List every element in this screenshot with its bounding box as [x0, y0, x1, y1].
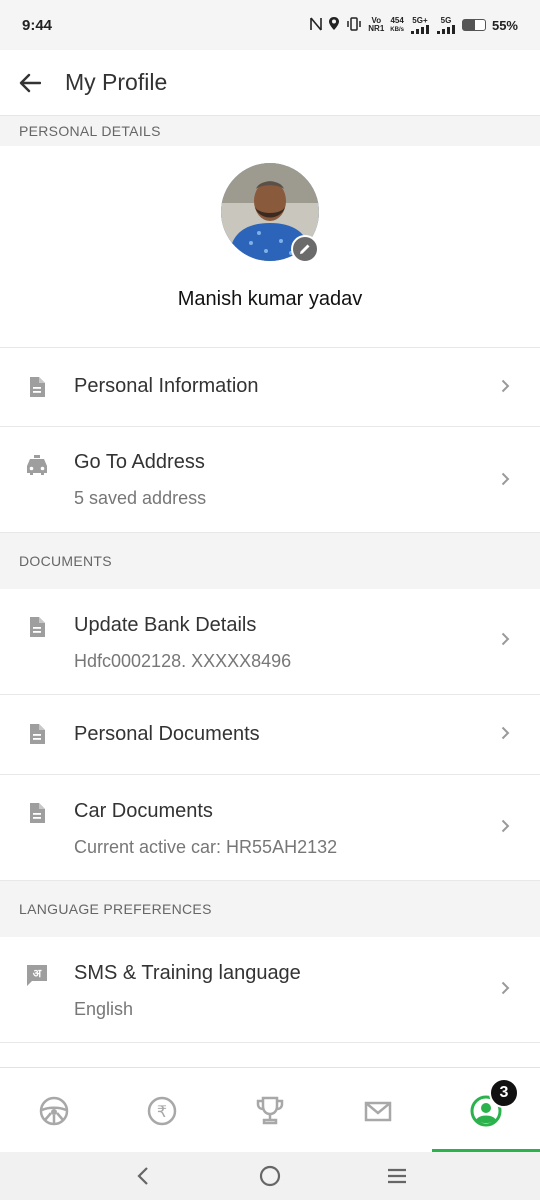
nav-earnings[interactable]: ₹	[108, 1068, 216, 1153]
sim2-label: 5G	[440, 15, 452, 25]
document-icon	[24, 614, 50, 640]
row-title: Personal Documents	[74, 723, 260, 745]
document-icon	[24, 721, 50, 747]
status-bar: 9:44 Vo NR1 454 KB/s 5G+ 5G 55%	[0, 0, 540, 50]
network-speed-value: 454	[390, 15, 404, 25]
chevron-right-icon	[498, 981, 512, 995]
row-title: Go To Address	[74, 451, 205, 473]
system-nav-bar	[0, 1152, 540, 1200]
arrow-left-icon	[19, 73, 41, 92]
bottom-nav: ₹ 3	[0, 1067, 540, 1153]
update-bank-details-row[interactable]: Update Bank Details Hdfc0002128. XXXXX84…	[0, 589, 540, 695]
car-icon	[24, 452, 50, 478]
profile-content[interactable]: PERSONAL DETAILS Manish kumar yadav Pers…	[0, 116, 540, 1066]
app-header: My Profile	[0, 50, 540, 116]
rupee-glyph: ₹	[157, 1102, 167, 1121]
section-label: PERSONAL DETAILS	[19, 123, 161, 139]
section-header-documents: DOCUMENTS	[0, 533, 540, 589]
row-subtitle: Hdfc0002128. XXXXX8496	[74, 651, 292, 671]
sim1-label: 5G+	[412, 15, 428, 25]
system-back-button[interactable]	[123, 1156, 163, 1196]
mail-icon	[364, 1101, 392, 1121]
signal-sim2: 5G	[436, 15, 456, 34]
row-title: Personal Information	[74, 375, 259, 397]
section-label: DOCUMENTS	[19, 553, 112, 569]
section-header-personal-details: PERSONAL DETAILS	[0, 116, 540, 146]
row-title: Update Bank Details	[74, 614, 257, 636]
steering-wheel-icon	[39, 1096, 69, 1125]
signal-sim1: 5G+	[410, 15, 430, 34]
trophy-icon	[256, 1096, 284, 1124]
location-icon	[328, 16, 340, 34]
page-title: My Profile	[65, 69, 168, 95]
signal-bars-icon	[436, 24, 455, 34]
document-icon	[24, 1065, 50, 1066]
vibrate-icon	[346, 16, 362, 34]
status-time: 9:44	[22, 16, 53, 34]
profile-name: Manish kumar yadav	[177, 288, 363, 310]
nav-drive[interactable]	[0, 1068, 108, 1153]
sms-training-language-row[interactable]: अ SMS & Training language English	[0, 937, 540, 1043]
nav-profile[interactable]: 3	[432, 1068, 540, 1153]
nr-label: NR1	[368, 24, 385, 33]
row-title: Car Documents	[74, 800, 213, 822]
profile-summary: Manish kumar yadav	[0, 146, 540, 348]
status-icons: Vo NR1 454 KB/s 5G+ 5G 55%	[310, 16, 518, 34]
back-button[interactable]	[0, 50, 60, 116]
chevron-right-icon	[498, 632, 512, 646]
document-icon	[24, 374, 50, 400]
chevron-right-icon	[498, 819, 512, 833]
row-subtitle: 5 saved address	[74, 488, 207, 508]
car-documents-row[interactable]: Car Documents Current active car: HR55AH…	[0, 775, 540, 881]
network-speed: 454 KB/s	[390, 15, 404, 34]
chevron-right-icon	[498, 726, 512, 740]
nfc-icon	[310, 16, 323, 34]
nav-rewards[interactable]	[216, 1068, 324, 1153]
edit-photo-button[interactable]	[291, 235, 319, 263]
section-label: LANGUAGE PREFERENCES	[19, 901, 212, 917]
nav-inbox[interactable]	[324, 1068, 432, 1153]
row-subtitle: Current active car: HR55AH2132	[74, 837, 338, 857]
battery-icon	[461, 19, 486, 31]
section-header-language: LANGUAGE PREFERENCES	[0, 881, 540, 937]
chevron-left-icon	[137, 1167, 149, 1185]
personal-information-row[interactable]: Personal Information	[0, 348, 540, 427]
battery-percent: 55%	[491, 17, 518, 33]
language-glyph: अ	[33, 967, 42, 980]
chevron-right-icon	[498, 379, 512, 393]
network-speed-unit: KB/s	[390, 26, 404, 33]
system-menu-button[interactable]	[377, 1156, 417, 1196]
document-icon	[24, 800, 50, 826]
language-chat-icon: अ	[24, 962, 50, 988]
row-title: SMS & Training language	[74, 962, 301, 984]
volte-indicator: Vo NR1	[368, 17, 384, 33]
menu-icon	[387, 1168, 406, 1184]
signal-bars-icon	[410, 24, 429, 34]
home-circle-icon	[259, 1165, 281, 1187]
pencil-icon	[300, 244, 310, 254]
chevron-right-icon	[498, 472, 512, 486]
notification-badge: 3	[489, 1078, 519, 1108]
go-to-address-row[interactable]: Go To Address 5 saved address	[0, 427, 540, 533]
next-row-partial[interactable]	[0, 1043, 540, 1066]
system-home-button[interactable]	[250, 1156, 290, 1196]
rupee-icon: ₹	[147, 1096, 177, 1125]
row-subtitle: English	[74, 999, 134, 1019]
personal-documents-row[interactable]: Personal Documents	[0, 695, 540, 775]
